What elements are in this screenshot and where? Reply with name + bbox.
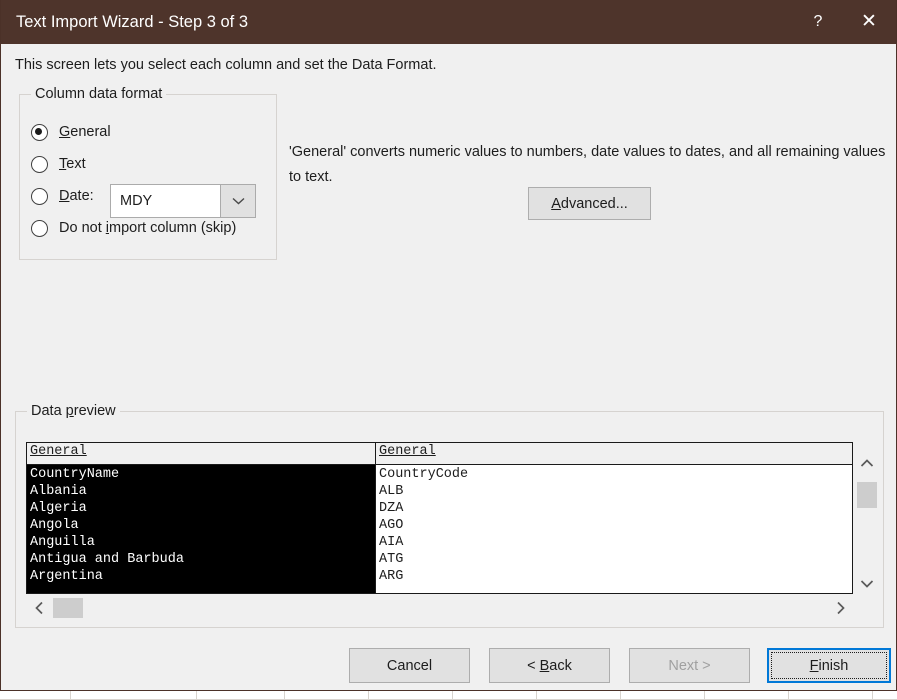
- preview-column-1-body[interactable]: CountryCode ALB DZA AGO AIA ATG ARG: [376, 465, 853, 593]
- chevron-right-icon[interactable]: [827, 595, 853, 621]
- radio-general[interactable]: General: [31, 120, 111, 144]
- column-data-format-group: Column data format General Text Date: Do…: [19, 94, 277, 260]
- preview-cell: ALB: [379, 483, 853, 500]
- preview-column-1-header-label: General: [379, 444, 436, 459]
- preview-cell: AIA: [379, 534, 853, 551]
- radio-skip-column[interactable]: Do not import column (skip): [31, 216, 236, 240]
- format-description: 'General' converts numeric values to num…: [289, 140, 886, 190]
- preview-cell: Anguilla: [30, 534, 375, 551]
- cancel-button[interactable]: Cancel: [349, 648, 470, 683]
- close-icon[interactable]: ✕: [846, 0, 892, 44]
- preview-column-1[interactable]: General CountryCode ALB DZA AGO AIA ATG …: [375, 443, 853, 593]
- help-icon[interactable]: ?: [795, 0, 841, 44]
- finish-button[interactable]: Finish: [767, 648, 891, 683]
- preview-cell: CountryName: [30, 466, 375, 483]
- next-button[interactable]: Next >: [629, 648, 750, 683]
- preview-cell: Albania: [30, 483, 375, 500]
- preview-cell: Antigua and Barbuda: [30, 551, 375, 568]
- preview-cell: ATG: [379, 551, 853, 568]
- text-import-wizard-dialog: Text Import Wizard - Step 3 of 3 ? ✕ Thi…: [0, 0, 897, 691]
- advanced-button[interactable]: Advanced...: [528, 187, 651, 220]
- data-preview-table[interactable]: General CountryName Albania Algeria Ango…: [26, 442, 853, 594]
- date-format-value: MDY: [120, 185, 152, 217]
- preview-cell: DZA: [379, 500, 853, 517]
- preview-column-0-body[interactable]: CountryName Albania Algeria Angola Angui…: [27, 465, 375, 593]
- radio-skip-column-label: Do not import column (skip): [59, 220, 236, 236]
- radio-date[interactable]: Date:: [31, 184, 94, 208]
- chevron-down-icon[interactable]: [854, 572, 880, 594]
- preview-vertical-scrollbar[interactable]: [854, 452, 880, 594]
- preview-column-1-header[interactable]: General: [376, 443, 853, 465]
- window-title: Text Import Wizard - Step 3 of 3: [16, 0, 248, 44]
- radio-text[interactable]: Text: [31, 152, 86, 176]
- preview-cell: Angola: [30, 517, 375, 534]
- preview-cell: CountryCode: [379, 466, 853, 483]
- preview-cell: AGO: [379, 517, 853, 534]
- radio-skip-column-indicator: [31, 220, 48, 237]
- preview-vscroll-thumb[interactable]: [857, 482, 877, 508]
- chevron-left-icon[interactable]: [26, 595, 52, 621]
- chevron-down-icon[interactable]: [220, 185, 255, 217]
- column-data-format-legend: Column data format: [31, 86, 166, 102]
- radio-general-indicator: [31, 124, 48, 141]
- intro-text: This screen lets you select each column …: [15, 57, 437, 73]
- preview-column-0-header-label: General: [30, 444, 87, 459]
- finish-button-label: Finish: [771, 652, 887, 679]
- preview-cell: Argentina: [30, 568, 375, 585]
- radio-date-indicator: [31, 188, 48, 205]
- radio-text-indicator: [31, 156, 48, 173]
- preview-hscroll-thumb[interactable]: [53, 598, 83, 618]
- preview-cell: ARG: [379, 568, 853, 585]
- radio-general-label: General: [59, 124, 111, 140]
- chevron-up-icon[interactable]: [854, 452, 880, 474]
- data-preview-legend: Data preview: [27, 403, 120, 419]
- date-format-combobox[interactable]: MDY: [110, 184, 256, 218]
- preview-cell: Algeria: [30, 500, 375, 517]
- preview-column-0[interactable]: General CountryName Albania Algeria Ango…: [27, 443, 375, 593]
- radio-date-label: Date:: [59, 188, 94, 204]
- back-button[interactable]: < Back: [489, 648, 610, 683]
- preview-horizontal-scrollbar[interactable]: [26, 595, 853, 621]
- preview-column-0-header[interactable]: General: [27, 443, 375, 465]
- radio-text-label: Text: [59, 156, 86, 172]
- title-bar: Text Import Wizard - Step 3 of 3 ? ✕: [1, 0, 896, 44]
